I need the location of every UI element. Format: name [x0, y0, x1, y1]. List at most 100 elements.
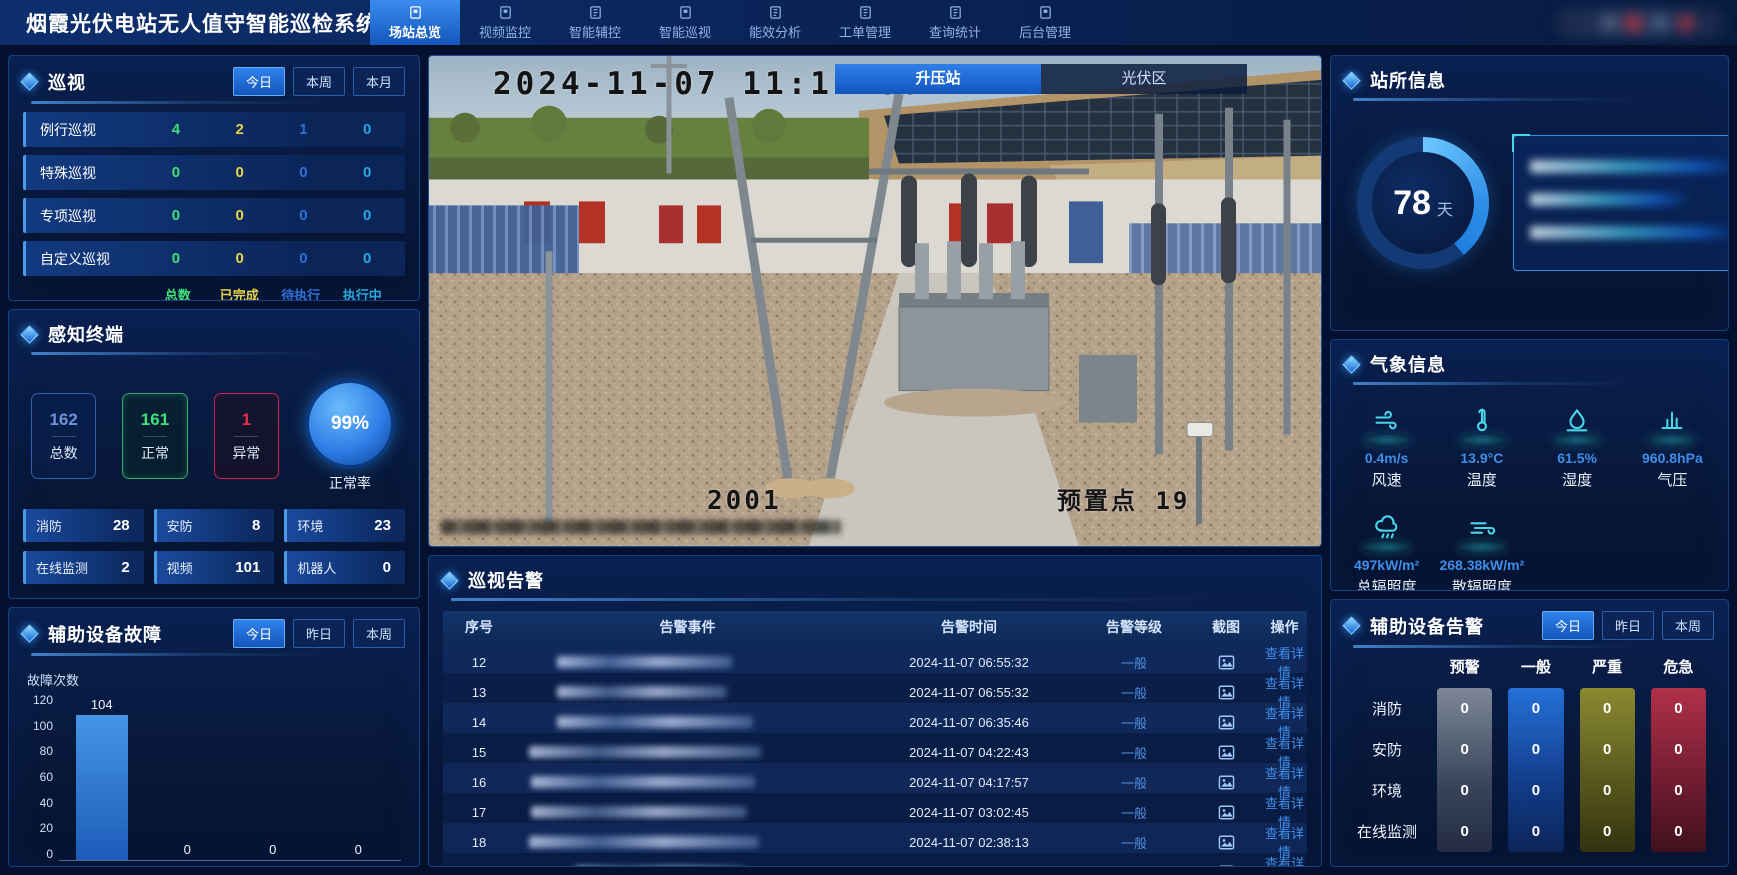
tab-booster-station[interactable]: 升压站 [835, 64, 1041, 94]
filter-yesterday-button[interactable]: 昨日 [293, 619, 345, 648]
alarm-row[interactable]: 14 2024-11-07 06:35:46 一般 查看详情 [443, 703, 1307, 733]
app-title: 烟霞光伏电站无人值守智能巡检系统 [26, 8, 356, 38]
nav-label: 查询统计 [929, 22, 981, 41]
alarm-level: 一般 [1078, 773, 1190, 792]
inspection-legend: 总数 已完成 待执行 执行中 [29, 285, 399, 301]
substation-camera-image [429, 56, 1321, 546]
nav-item-query-stats[interactable]: 查询统计 [910, 0, 1000, 45]
weather-title: 气象信息 [1370, 351, 1446, 377]
screenshot-icon[interactable] [1190, 744, 1262, 760]
filter-today-button[interactable]: 今日 [1542, 611, 1594, 640]
alarm-time: 2024-11-07 03:02:45 [860, 805, 1078, 820]
filter-today-button[interactable]: 今日 [233, 619, 285, 648]
alarm-row[interactable]: 15 2024-11-07 04:22:43 一般 查看详情 [443, 733, 1307, 763]
inspection-done: 0 [208, 164, 272, 181]
weather-item-diffuse-irradiance: 268.38kW/m² 散辐照度 [1436, 514, 1527, 591]
alarm-time: 2024-11-07 06:55:32 [860, 655, 1078, 670]
screenshot-icon[interactable] [1190, 654, 1262, 670]
inspection-pending: 0 [272, 250, 336, 267]
fault-ytick: 0 [46, 847, 53, 861]
aux-value: 0 [1580, 729, 1635, 770]
alarm-row[interactable]: 18 2024-11-07 02:38:13 一般 查看详情 [443, 823, 1307, 853]
alarm-row[interactable]: 13 2024-11-07 06:55:32 一般 查看详情 [443, 673, 1307, 703]
right-column: 站所信息 78 天 [1330, 55, 1729, 867]
alarm-row[interactable]: 17 2024-11-07 03:02:45 一般 查看详情 [443, 793, 1307, 823]
inspection-row-label: 特殊巡视 [32, 163, 144, 183]
filter-week-button[interactable]: 本周 [353, 619, 405, 648]
nav-item-smart-inspection[interactable]: 智能巡视 [640, 0, 730, 45]
nav-item-video-monitor[interactable]: 视频监控 [460, 0, 550, 45]
alarm-time: 2024-11-07 04:17:57 [860, 775, 1078, 790]
filter-week-button[interactable]: 本周 [1662, 611, 1714, 640]
fault-bar-slot: 104 [59, 693, 145, 860]
normal-rate-gauge: 99% [305, 379, 395, 469]
filter-month-button[interactable]: 本月 [353, 67, 405, 96]
filter-today-button[interactable]: 今日 [233, 67, 285, 96]
screenshot-icon[interactable] [1190, 864, 1262, 867]
view-details-link[interactable]: 查看详情 [1262, 853, 1307, 867]
inspection-pending: 1 [272, 121, 336, 138]
screenshot-icon[interactable] [1190, 774, 1262, 790]
fault-ytick: 40 [40, 796, 53, 810]
stat-chip-security: 安防8 [154, 509, 275, 542]
aux-col-severe: 严重 0 0 0 0 [1580, 656, 1635, 852]
user-info-blurred[interactable] [1555, 8, 1725, 38]
inspection-panel: 巡视 今日 本周 本月 例行巡视 4 2 1 0 特殊巡视 [8, 55, 420, 301]
alarm-no: 19 [443, 865, 515, 868]
alarm-row[interactable]: 16 2024-11-07 04:17:57 一般 查看详情 [443, 763, 1307, 793]
wind-speed-icon [1361, 407, 1413, 447]
filter-yesterday-button[interactable]: 昨日 [1602, 611, 1654, 640]
alarm-table-header: 序号 告警事件 告警时间 告警等级 截图 操作 [443, 611, 1307, 643]
blurred-watermark [441, 520, 841, 534]
terminal-cards: 162 总数 161 正常 1 异常 99% [9, 355, 419, 493]
station-info-panel: 站所信息 78 天 [1330, 55, 1729, 331]
chip-label: 机器人 [297, 558, 336, 577]
nav-label: 后台管理 [1019, 22, 1071, 41]
weather-item-wind: 0.4m/s 风速 [1341, 407, 1432, 490]
screenshot-icon[interactable] [1190, 834, 1262, 850]
weather-label: 散辐照度 [1452, 576, 1512, 591]
aux-value: 0 [1508, 770, 1563, 811]
nav-item-smart-aux[interactable]: 智能辅控 [550, 0, 640, 45]
aux-col-head: 预警 [1437, 656, 1492, 688]
inspection-row: 专项巡视 0 0 0 0 [23, 198, 405, 233]
inspection-done: 0 [208, 207, 272, 224]
chip-label: 在线监测 [36, 558, 88, 577]
aux-alarm-title: 辅助设备告警 [1370, 613, 1484, 639]
aux-value: 0 [1651, 811, 1706, 852]
terminal-abnormal-label: 异常 [232, 443, 260, 463]
legend-total: 总数 [147, 285, 209, 301]
fault-ytick: 100 [33, 719, 53, 733]
nav-item-energy-analysis[interactable]: 能效分析 [730, 0, 820, 45]
tab-pv-area[interactable]: 光伏区 [1041, 64, 1247, 94]
fault-xtick: 消防 [59, 861, 145, 867]
video-panel[interactable]: 2024-11-07 11:17:00 升压站 光伏区 2001 预置点 19 [428, 55, 1322, 547]
alarm-level: 一般 [1078, 863, 1190, 868]
col-action: 操作 [1262, 617, 1307, 637]
aux-col-head: 危急 [1651, 656, 1706, 688]
legend-done: 已完成 [209, 285, 271, 301]
aux-value: 0 [1580, 770, 1635, 811]
terminal-card-normal: 161 正常 [122, 393, 187, 479]
stat-chip-online-monitor: 在线监测2 [23, 551, 144, 584]
nav-item-site-overview[interactable]: 场站总览 [370, 0, 460, 45]
alarm-row[interactable]: 12 2024-11-07 06:55:32 一般 查看详情 [443, 643, 1307, 673]
aux-col-head: 严重 [1580, 656, 1635, 688]
fault-bar-value: 0 [184, 842, 191, 857]
fault-bar-value: 0 [269, 842, 276, 857]
terminal-total-value: 162 [49, 410, 77, 430]
filter-week-button[interactable]: 本周 [293, 67, 345, 96]
stat-chip-robot: 机器人0 [284, 551, 405, 584]
safe-days-gauge: 78 天 [1357, 137, 1489, 269]
screenshot-icon[interactable] [1190, 714, 1262, 730]
screenshot-icon[interactable] [1190, 684, 1262, 700]
alarm-row[interactable]: 19 2024-11-07 02:25:17 一般 查看详情 [443, 853, 1307, 867]
screenshot-icon[interactable] [1190, 804, 1262, 820]
device-fault-title: 辅助设备故障 [48, 621, 162, 647]
nav-item-admin[interactable]: 后台管理 [1000, 0, 1090, 45]
nav-item-work-order[interactable]: 工单管理 [820, 0, 910, 45]
video-monitor-icon [498, 5, 513, 20]
weather-item-total-irradiance: 497kW/m² 总辐照度 [1341, 514, 1432, 591]
weather-item-temperature: 13.9°C 温度 [1436, 407, 1527, 490]
weather-item-humidity: 61.5% 湿度 [1532, 407, 1623, 490]
